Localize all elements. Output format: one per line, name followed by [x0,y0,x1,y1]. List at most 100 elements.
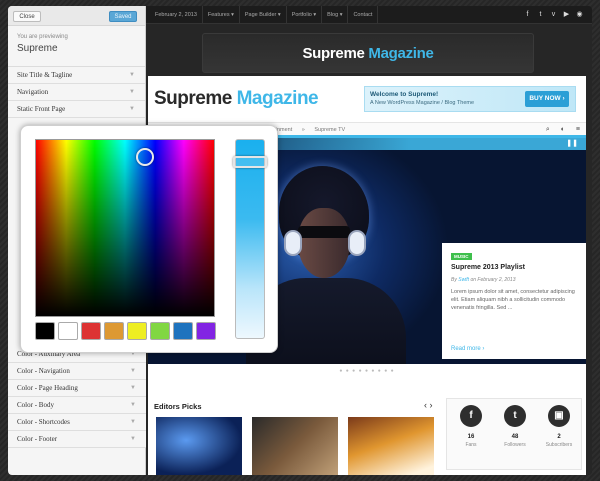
section-label: Color - Page Heading [17,384,78,392]
facebook-icon: f [460,405,482,427]
logo-accent-text: Magazine [236,88,319,109]
top-nav-date: February 2, 2013 [150,6,203,24]
chevron-down-icon: ▼ [130,385,136,391]
promo-banner: Welcome to Supreme! A New WordPress Maga… [364,86,576,112]
swatch-red[interactable] [81,322,101,340]
section-color-page-heading[interactable]: Color - Page Heading ▼ [8,380,146,397]
banner-subtitle: A New WordPress Magazine / Blog Theme [370,100,475,106]
editors-pick-thumbnail[interactable] [252,417,338,475]
vimeo-icon[interactable]: v [547,6,560,24]
headphone-icon [348,230,366,256]
slider-handle[interactable] [233,156,267,168]
post-title[interactable]: Supreme 2013 Playlist [451,264,577,271]
swatch-orange[interactable] [104,322,124,340]
nav-separator: » [301,127,305,133]
chevron-down-icon: ▼ [130,402,136,408]
section-color-shortcodes[interactable]: Color - Shortcodes ▼ [8,414,146,431]
section-static-front-page[interactable]: Static Front Page ▼ [8,101,145,118]
color-field-handle[interactable] [136,148,154,166]
color-sections-list: Color - Auxiliary Area ▼ Color - Navigat… [8,346,146,448]
post-excerpt: Lorem ipsum dolor sit amet, consectetur … [451,289,575,311]
logo-main-text: Supreme [154,88,232,109]
top-nav-contact[interactable]: Contact [348,6,379,24]
section-color-footer[interactable]: Color - Footer ▼ [8,431,146,448]
top-nav: February 2, 2013 Features ▾ Page Builder… [150,6,379,24]
section-site-title[interactable]: Site Title & Tagline ▼ [8,67,145,84]
theme-preview-info: You are previewing Supreme [8,26,145,67]
social-counter: f 16 Fans t 48 Followers ▣ 2 Subscribers [446,398,582,470]
chevron-down-icon: ▼ [129,106,135,112]
subscribers-count: 2 [557,434,561,440]
section-color-body[interactable]: Color - Body ▼ [8,397,146,414]
top-nav-page-builder[interactable]: Page Builder ▾ [240,6,287,24]
section-label: Color - Shortcodes [17,418,70,426]
color-saturation-field[interactable] [35,139,215,317]
youtube-icon[interactable]: ▶ [560,6,573,24]
hero-card: MUSIC Supreme 2013 Playlist By Swift on … [442,243,586,359]
preview-label: You are previewing [17,34,68,40]
section-label: Site Title & Tagline [17,71,73,79]
menu-icon[interactable]: ≡ [576,126,580,133]
chevron-down-icon: ▼ [129,89,135,95]
top-nav-features[interactable]: Features ▾ [203,6,240,24]
facebook-icon[interactable]: f [521,6,534,24]
swatch-yellow[interactable] [127,322,147,340]
site-logo[interactable]: Supreme Magazine [154,88,319,110]
nav-item-supreme-tv[interactable]: Supreme TV [314,127,345,133]
chevron-down-icon: ▼ [130,436,136,442]
section-label: Navigation [17,88,49,96]
slider-dots[interactable]: ● ● ● ● ● ● ● ● ● [148,368,586,374]
meta-by: By [451,277,457,283]
chevron-down-icon: ▼ [130,419,136,425]
top-nav-blog[interactable]: Blog ▾ [322,6,349,24]
theme-name: Supreme [17,43,58,54]
buy-now-button[interactable]: BUY NOW › [525,91,569,107]
color-picker [20,125,278,353]
banner-title: Welcome to Supreme! [370,91,439,98]
followers-label: Followers [504,442,526,448]
chevron-down-icon: ▼ [129,72,135,78]
pause-icon[interactable]: ❚❚ [566,139,578,147]
swatch-black[interactable] [35,322,55,340]
color-lightness-slider[interactable] [233,139,267,339]
dribbble-icon[interactable]: ◉ [573,6,586,24]
fans-label: Fans [465,442,477,448]
swatch-white[interactable] [58,322,78,340]
section-label: Color - Navigation [17,367,70,375]
swatch-blue[interactable] [173,322,193,340]
editors-pick-thumbnail[interactable] [348,417,434,475]
saved-button[interactable]: Saved [109,11,137,22]
section-label: Color - Footer [17,435,58,443]
hero-image-face [298,208,350,278]
color-swatches [35,322,219,340]
editors-picks-title: Editors Picks [154,402,202,411]
twitter-icon[interactable]: t [534,6,547,24]
chevron-down-icon: ▼ [130,368,136,374]
author-link[interactable]: Swift [458,277,469,283]
followers-count: 48 [511,434,519,440]
post-meta: By Swift on February 2, 2013 [451,277,577,283]
top-bar: February 2, 2013 Features ▾ Page Builder… [146,6,592,24]
subscribers-counter[interactable]: ▣ 2 Subscribers [539,405,579,448]
section-label: Static Front Page [17,105,66,113]
read-more-link[interactable]: Read more › [451,346,484,352]
twitter-icon: t [504,405,526,427]
followers-counter[interactable]: t 48 Followers [495,405,535,448]
logo-accent-text: Magazine [368,45,434,62]
site-logo-dark[interactable]: Supreme Magazine [202,33,534,73]
nav-icons: ⌕ ◐ ≡ [537,123,580,137]
swatch-purple[interactable] [196,322,216,340]
search-icon[interactable]: ⌕ [546,126,550,133]
swatch-green[interactable] [150,322,170,340]
fans-counter[interactable]: f 16 Fans [451,405,491,448]
logo-main-text: Supreme [302,45,365,62]
top-nav-portfolio[interactable]: Portfolio ▾ [287,6,323,24]
section-color-navigation[interactable]: Color - Navigation ▼ [8,363,146,380]
close-button[interactable]: Close [13,11,41,22]
section-navigation[interactable]: Navigation ▼ [8,84,145,101]
contrast-icon[interactable]: ◐ [561,126,565,133]
customizer-window: Close Saved You are previewing Supreme S… [8,6,592,475]
editors-pick-thumbnail[interactable] [156,417,242,475]
category-badge[interactable]: MUSIC [451,253,472,260]
carousel-arrows-icon[interactable]: ‹ › [424,400,433,410]
